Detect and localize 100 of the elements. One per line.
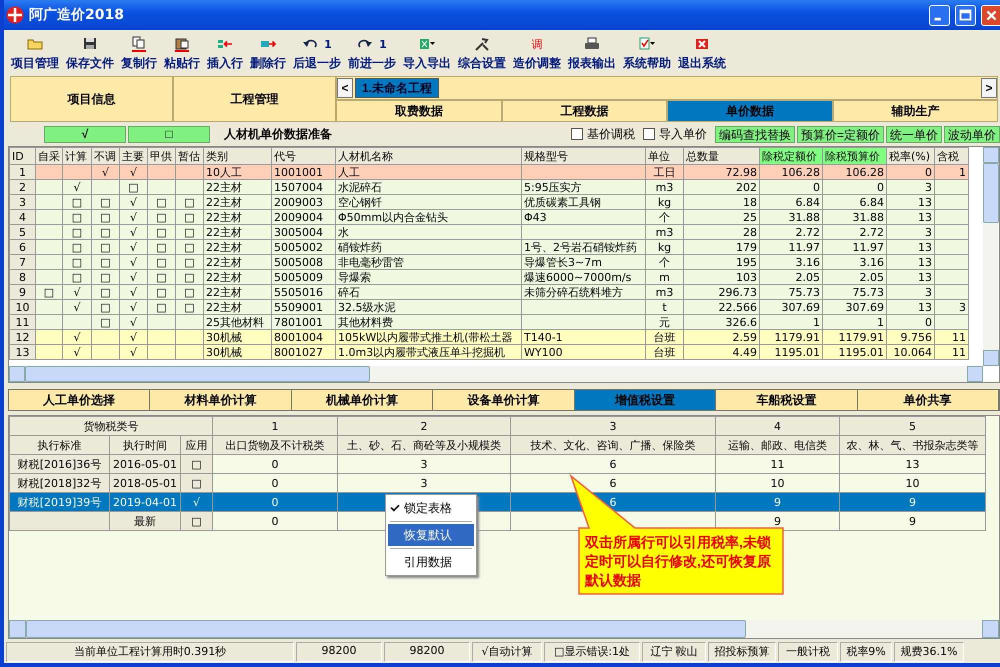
horizontal-scrollbar[interactable] [9, 620, 999, 638]
callout-text: 双击所属行可以引用税率,未锁定时可以自行修改,还可恢复原默认数据 [585, 533, 772, 590]
tab[interactable]: 单价数据 [667, 100, 832, 122]
toggle-button[interactable]: □ [128, 126, 210, 142]
table-cell: 1.0m3以内履带式液压单斗挖掘机 [338, 346, 506, 358]
table-cell: 31.88 [852, 210, 884, 224]
toolbar-button[interactable]: 1 后退一步 [292, 36, 342, 72]
table-cell: 10 [16, 300, 30, 314]
table-cell: 9 [774, 514, 781, 528]
table-cell: 2 [19, 180, 26, 194]
tab[interactable]: 增值税设置 [574, 390, 716, 410]
table-cell: 103 [736, 270, 757, 284]
table-cell: 元 [659, 316, 670, 328]
status-field: √自动计算 [472, 642, 542, 662]
toolbar-button[interactable]: 插入行 [206, 36, 244, 72]
horizontal-scrollbar[interactable] [9, 366, 983, 382]
column-header: 运输、邮政、电信类 [728, 438, 827, 452]
table-cell: 2019-04-01 [113, 496, 177, 508]
table-cell: 6 [19, 240, 26, 254]
checkbox-label: 基价调税 [586, 126, 635, 142]
table-cell: 6 [610, 496, 616, 508]
checkbox[interactable] [570, 128, 583, 140]
toggle-button[interactable]: √ [44, 126, 126, 142]
tool-button[interactable]: 编码查找替换 [714, 126, 795, 142]
table-cell: 307.69 [846, 300, 884, 314]
toolbar-button[interactable]: 粘贴行 [163, 36, 201, 72]
scroll-left-button[interactable]: < [337, 78, 353, 98]
table-cell: 2.05 [860, 270, 884, 284]
toolbar-button[interactable]: 导入导出 [402, 36, 452, 72]
table-cell: WY100 [524, 346, 563, 358]
toolbar-button[interactable]: 复制行 [120, 36, 158, 72]
table-cell: 22主材 [206, 286, 242, 298]
table-cell: □ [100, 196, 111, 208]
table-cell: 5505016 [274, 286, 323, 298]
maximize-button[interactable] [955, 4, 976, 26]
toolbar-button[interactable]: 退出系统 [677, 36, 727, 72]
table-cell: m3 [656, 286, 674, 298]
checkbox[interactable] [642, 128, 655, 140]
table-cell: 2018-05-01 [113, 476, 177, 490]
table-cell: 水泥碎石 [338, 180, 382, 194]
tool-button[interactable]: 波动单价 [944, 126, 1000, 142]
table-cell: √ [130, 346, 137, 358]
menu-item[interactable]: 引用数据 [388, 551, 474, 573]
minimize-button[interactable] [929, 4, 950, 26]
table-cell: 13 [918, 196, 932, 208]
window-title: 阿广造价2018 [29, 6, 125, 24]
toolbar-button[interactable]: 调 造价调整 [512, 36, 562, 72]
table-cell: □ [156, 300, 167, 314]
column-header: 执行时间 [123, 438, 167, 452]
table-cell: 3 [925, 180, 932, 194]
table-cell: √ [130, 286, 137, 298]
table-cell: 11.97 [852, 240, 884, 254]
project-tab[interactable]: 1.未命名工程 [355, 78, 440, 98]
table-cell: 11 [952, 346, 966, 358]
toolbar-button[interactable]: 项目管理 [10, 36, 60, 72]
toolbar-button[interactable]: 综合设置 [457, 36, 507, 72]
tab[interactable]: 辅助生产 [832, 100, 998, 122]
table-cell: 1号、2号岩石硝铵炸药 [524, 240, 637, 254]
table-cell: □ [72, 196, 82, 208]
tab[interactable]: 项目信息 [10, 76, 173, 122]
table-cell: 1001001 [274, 166, 323, 178]
table-cell: 水 [338, 226, 349, 238]
table-cell: 3 [420, 476, 428, 490]
status-field: 98200 [296, 642, 382, 662]
column-header: 甲供 [148, 148, 176, 164]
table-cell: 9 [774, 496, 781, 508]
vertical-scrollbar[interactable] [983, 147, 999, 366]
table-cell: 10.064 [894, 346, 932, 358]
column-header: 规格型号 [522, 148, 646, 164]
column-header: 税率(%) [886, 148, 934, 164]
table-row[interactable]: 财税[2016]36号 2016-05-01 □ 0 3 6 11 13 [10, 454, 986, 474]
table-cell: 10人工 [206, 166, 242, 178]
toolbar-button[interactable]: 删除行 [249, 36, 287, 72]
table-cell: 5005009 [274, 270, 323, 284]
table-cell: 179 [736, 240, 757, 254]
tool-button[interactable]: 预算价=定额价 [796, 126, 884, 142]
tab[interactable]: 工程管理 [173, 76, 336, 122]
toolbar-button[interactable]: 保存文件 [65, 36, 115, 72]
table-cell: 8 [19, 270, 26, 284]
toolbar-button[interactable]: 1 前进一步 [347, 36, 397, 72]
close-button[interactable] [981, 4, 1000, 26]
table-cell: 4 [19, 210, 26, 224]
tool-button[interactable]: 统一单价 [886, 126, 942, 142]
toolbar-button[interactable]: 系统帮助 [622, 36, 672, 72]
table-cell: □ [184, 210, 195, 224]
scroll-right-button[interactable]: > [981, 78, 997, 98]
section-title: 人材机单价数据准备 [224, 126, 333, 142]
table-cell: √ [130, 330, 137, 344]
tab[interactable]: 工程数据 [502, 100, 667, 122]
column-header: 人材机名称 [336, 148, 522, 164]
table-cell: 3 [925, 286, 932, 298]
table-cell: 爆速6000~7000m/s [524, 270, 632, 284]
menu-item[interactable]: 恢复默认 [388, 524, 474, 546]
table-cell: 13 [918, 210, 932, 224]
table-cell: √ [130, 240, 137, 254]
table-cell: √ [192, 496, 200, 508]
table-cell: 0 [272, 458, 278, 470]
toolbar-button[interactable]: 报表输出 [567, 36, 617, 72]
tab[interactable]: 取费数据 [336, 100, 502, 122]
table-cell: 5 [19, 226, 26, 238]
